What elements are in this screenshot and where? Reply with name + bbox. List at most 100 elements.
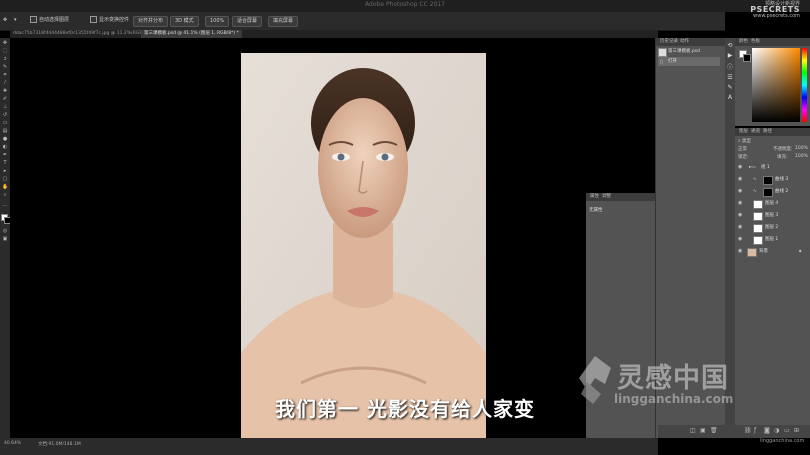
mask-icon[interactable]: ◙: [764, 427, 770, 434]
eye-icon[interactable]: ◉: [738, 246, 744, 257]
checkbox-icon: [90, 16, 97, 23]
show-transform-label: 显示变换控件: [99, 17, 130, 23]
lasso-tool-icon[interactable]: ↄ: [2, 56, 8, 62]
3d-mode-button[interactable]: 3D 模式: [170, 16, 199, 27]
actions-panel-icon[interactable]: ▶: [726, 52, 734, 60]
healing-tool-icon[interactable]: ✚: [2, 88, 8, 94]
history-snapshot[interactable]: 第三课模板.psd: [658, 47, 720, 57]
camera-icon[interactable]: ▣: [700, 427, 706, 434]
eye-icon[interactable]: ◉: [738, 162, 744, 173]
brush-panel-icon[interactable]: ✎: [726, 84, 734, 92]
fx-icon[interactable]: ƒ: [754, 427, 756, 434]
layer-name: 图层 4: [765, 201, 779, 206]
watermark-bottom: lingganchina.com: [760, 438, 805, 444]
more-tools-icon[interactable]: …: [2, 202, 8, 208]
screen-mode-icon[interactable]: ▣: [2, 236, 8, 242]
eye-icon[interactable]: ◉: [738, 234, 744, 245]
quick-select-tool-icon[interactable]: ✎: [2, 64, 8, 70]
history-step[interactable]: ▯ 打开: [658, 57, 720, 66]
no-properties-text: 无属性: [589, 208, 603, 213]
search-icon: ⌕: [738, 139, 741, 144]
eye-icon[interactable]: ◉: [738, 174, 744, 185]
layer-row[interactable]: ◉ ▸▭ 组 1: [735, 162, 810, 173]
tab-adjustments[interactable]: 调整: [600, 193, 613, 201]
tab-paths[interactable]: 路径: [761, 128, 774, 136]
blend-mode-select[interactable]: 正常: [738, 146, 747, 152]
layer-row[interactable]: ◉ 图层 1: [735, 234, 810, 245]
tool-preset-icon[interactable]: ▾: [14, 16, 17, 25]
eyedropper-tool-icon[interactable]: ⁄: [2, 80, 8, 86]
curves-icon: ∿: [753, 177, 757, 182]
hue-slider[interactable]: [802, 48, 807, 122]
background-swatch[interactable]: [743, 54, 751, 62]
stamp-tool-icon[interactable]: ⊥: [2, 104, 8, 110]
folder-icon: ▸▭: [749, 165, 756, 170]
layer-row[interactable]: ◉ 图层 3: [735, 210, 810, 221]
eye-icon[interactable]: ◉: [738, 210, 744, 221]
eye-icon[interactable]: ◉: [738, 186, 744, 197]
layer-row[interactable]: ◉ 背景 🔒︎: [735, 246, 810, 257]
layer-row[interactable]: ◉ 图层 2: [735, 222, 810, 233]
new-layer-icon[interactable]: ⊞: [794, 427, 799, 434]
auto-select-checkbox[interactable]: 自动选择图层: [30, 16, 69, 25]
crop-tool-icon[interactable]: ⌗: [2, 72, 8, 78]
zoom-readout[interactable]: 40.64%: [4, 441, 21, 446]
tab-swatches[interactable]: 色板: [749, 38, 762, 46]
checkbox-icon: [30, 16, 37, 23]
quick-mask-icon[interactable]: ◎: [2, 228, 8, 234]
move-tool-icon[interactable]: ✥: [3, 16, 7, 25]
layer-mask-thumb: [763, 188, 773, 197]
doc-tab-1[interactable]: ddac75b7318f4444488ef0c1355f49f7c.jpg @ …: [10, 30, 161, 38]
marquee-tool-icon[interactable]: ⬚: [2, 48, 8, 54]
fill-field[interactable]: 100%: [795, 154, 808, 159]
blur-tool-icon[interactable]: ●: [2, 136, 8, 142]
properties-panel-icon[interactable]: ☰: [726, 74, 734, 82]
shape-tool-icon[interactable]: ▢: [2, 176, 8, 182]
character-panel-icon[interactable]: A: [726, 94, 734, 102]
new-snapshot-icon[interactable]: ◫: [690, 427, 696, 434]
properties-panel-header: 属性 调整: [586, 193, 656, 201]
brush-tool-icon[interactable]: ✐: [2, 96, 8, 102]
hand-tool-icon[interactable]: ✋: [2, 184, 8, 190]
tab-history[interactable]: 历史记录: [658, 38, 680, 46]
layer-name: 图层 3: [765, 213, 779, 218]
doc-info[interactable]: 文档:91.0M/148.1M: [38, 441, 81, 447]
layer-thumb: [747, 248, 757, 257]
show-transform-checkbox[interactable]: 显示变换控件: [90, 16, 129, 25]
layer-filter[interactable]: ⌕ 类型: [738, 138, 751, 144]
link-icon[interactable]: ⛓︎: [744, 427, 752, 434]
adjustment-icon[interactable]: ◑: [774, 427, 779, 434]
eraser-tool-icon[interactable]: ▭: [2, 120, 8, 126]
layer-name: 曲线 3: [775, 177, 789, 182]
eye-icon[interactable]: ◉: [738, 222, 744, 233]
zoom-tool-icon[interactable]: ⌕: [2, 192, 8, 198]
layer-thumb: [753, 200, 763, 209]
eye-icon[interactable]: ◉: [738, 198, 744, 209]
fit-screen-button[interactable]: 适合屏幕: [232, 16, 263, 27]
move-tool-icon[interactable]: ✥: [2, 40, 8, 46]
options-bar: ✥ ▾ 自动选择图层 显示变换控件 对齐并分布 3D 模式 100% 适合屏幕 …: [0, 12, 725, 31]
trash-icon[interactable]: 🗑︎: [710, 427, 718, 434]
layer-mask-thumb: [763, 176, 773, 185]
align-distribute-button[interactable]: 对齐并分布: [133, 16, 169, 27]
layer-thumb: [753, 212, 763, 221]
layer-row[interactable]: ◉ ∿ 曲线 2: [735, 186, 810, 197]
gradient-tool-icon[interactable]: ▤: [2, 128, 8, 134]
path-select-icon[interactable]: ▸: [2, 168, 8, 174]
opacity-field[interactable]: 100%: [795, 146, 808, 151]
layer-row[interactable]: ◉ 图层 4: [735, 198, 810, 209]
layer-row[interactable]: ◉ ∿ 曲线 3: [735, 174, 810, 185]
tab-actions[interactable]: 动作: [678, 38, 691, 46]
color-field[interactable]: [752, 48, 800, 122]
zoom-field[interactable]: 100%: [205, 16, 230, 27]
doc-tab-2[interactable]: 第三课模板.psd @ 41.1% (图层 1, RGB/8*) *: [141, 30, 242, 38]
dodge-tool-icon[interactable]: ◐: [2, 144, 8, 150]
history-brush-icon[interactable]: ↺: [2, 112, 8, 118]
info-panel-icon[interactable]: ⓘ: [726, 64, 734, 72]
history-panel-icon[interactable]: ⟲: [726, 42, 734, 50]
fill-screen-button[interactable]: 填充屏幕: [268, 16, 299, 27]
opacity-label: 不透明度:: [773, 147, 793, 152]
type-tool-icon[interactable]: T: [2, 160, 8, 166]
new-group-icon[interactable]: ▭: [784, 427, 790, 434]
pen-tool-icon[interactable]: ✒: [2, 152, 8, 158]
